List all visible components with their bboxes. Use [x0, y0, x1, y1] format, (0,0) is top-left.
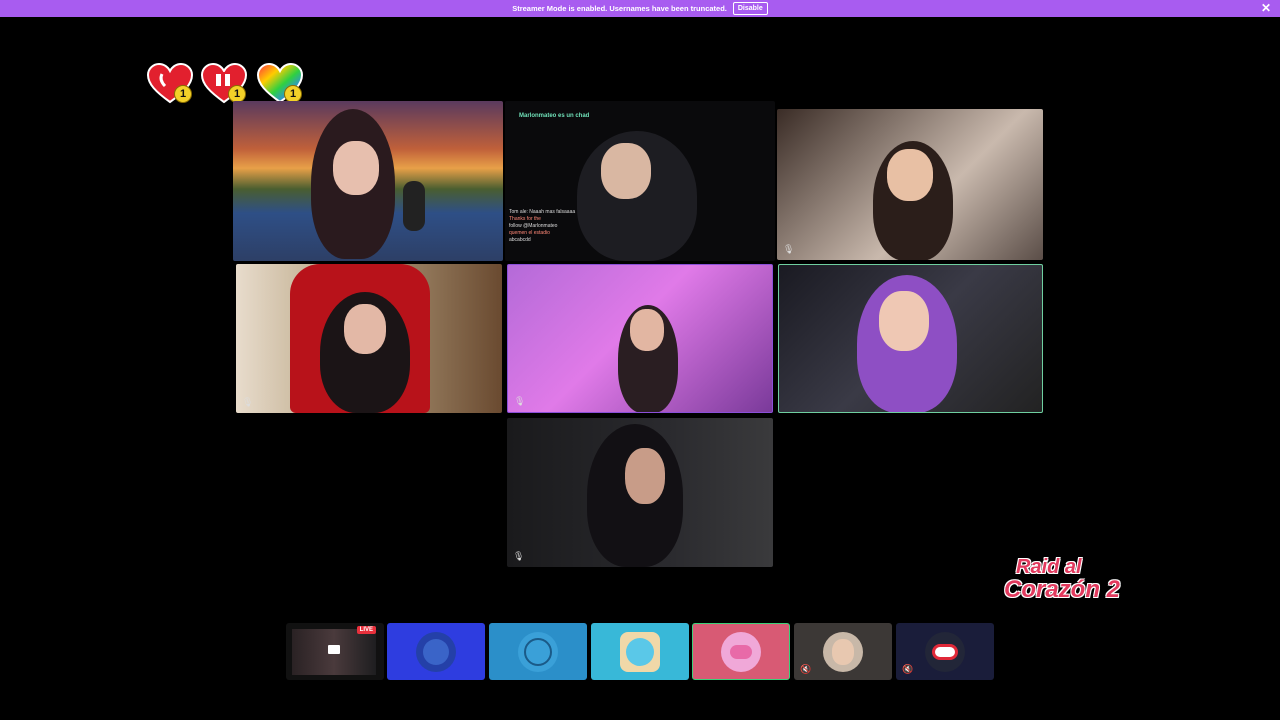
- streamer-tile-5[interactable]: 🎙: [507, 264, 773, 413]
- avatar: [416, 631, 456, 672]
- live-badge: LIVE: [356, 626, 376, 634]
- stream-preview[interactable]: LIVE: [286, 623, 384, 680]
- streamer-face: [879, 291, 929, 351]
- heart-rainbow-icon: 1: [256, 62, 304, 104]
- streamer-face: [601, 143, 651, 199]
- participant-gray[interactable]: 🔇: [794, 623, 892, 680]
- streamer-face: [344, 304, 386, 354]
- chat-overlay-title: Marlonmateo es un chad: [519, 113, 590, 119]
- participant-cyan[interactable]: [591, 623, 689, 680]
- chat-line: Thanks for the: [509, 216, 541, 222]
- chat-line: quemen el estadio: [509, 230, 550, 236]
- mic-icon: 🎙: [242, 397, 254, 407]
- logo-line-2: Corazón 2: [1004, 576, 1121, 603]
- chat-feed: Tom ale: Naaah mas falsaaaa Thanks for t…: [509, 209, 599, 244]
- avatar: [721, 631, 761, 672]
- streamer-tile-2[interactable]: Marlonmateo es un chad Tom ale: Naaah ma…: [505, 101, 775, 261]
- microphone-icon: [403, 181, 425, 231]
- streamer-tile-3[interactable]: 🎙: [777, 109, 1043, 260]
- mic-icon: 🎙: [514, 396, 526, 406]
- mic-icon: 🎙: [783, 244, 795, 254]
- participant-navy[interactable]: 🔇: [896, 623, 994, 680]
- mic-icon: 🎙: [513, 551, 525, 561]
- streamer-tile-7[interactable]: 🎙: [507, 418, 773, 567]
- streamer-face: [887, 149, 933, 201]
- heart-count: 1: [174, 85, 192, 103]
- participant-pink[interactable]: [692, 623, 790, 680]
- streamer-mode-banner: Streamer Mode is enabled. Usernames have…: [0, 0, 1280, 17]
- heart-gift-icon: 1: [200, 62, 248, 104]
- streamer-tile-6[interactable]: [778, 264, 1043, 413]
- muted-icon: 🔇: [800, 664, 812, 674]
- participant-sky[interactable]: [489, 623, 587, 680]
- streamer-face: [630, 309, 664, 351]
- close-banner-icon[interactable]: ✕: [1261, 2, 1271, 15]
- streamer-face: [625, 448, 665, 504]
- streamer-tile-4[interactable]: 🎙: [236, 264, 502, 413]
- participant-blue[interactable]: [387, 623, 485, 680]
- streamer-tile-1[interactable]: [233, 101, 503, 261]
- participant-strip: LIVE 🔇 🔇: [286, 623, 994, 680]
- screen-share-icon: [328, 645, 340, 654]
- chat-line: follow @Marlonmateo: [509, 223, 558, 229]
- avatar: [925, 631, 965, 672]
- avatar: [518, 631, 558, 672]
- chat-line: Tom ale: Naaah mas falsaaaa: [509, 209, 576, 215]
- avatar: [620, 631, 660, 672]
- muted-icon: 🔇: [902, 664, 914, 674]
- heart-phone-icon: 1: [146, 62, 194, 104]
- raid-al-corazon-logo: Raid al Corazón 2: [996, 556, 1122, 612]
- streamer-face: [333, 141, 379, 195]
- chat-line: abcabcdd: [509, 237, 531, 243]
- avatar: [823, 631, 863, 672]
- disable-streamer-mode-button[interactable]: Disable: [732, 2, 768, 15]
- hearts-counter: 1 1 1: [146, 62, 306, 104]
- streamer-mode-text: Streamer Mode is enabled. Usernames have…: [512, 4, 727, 13]
